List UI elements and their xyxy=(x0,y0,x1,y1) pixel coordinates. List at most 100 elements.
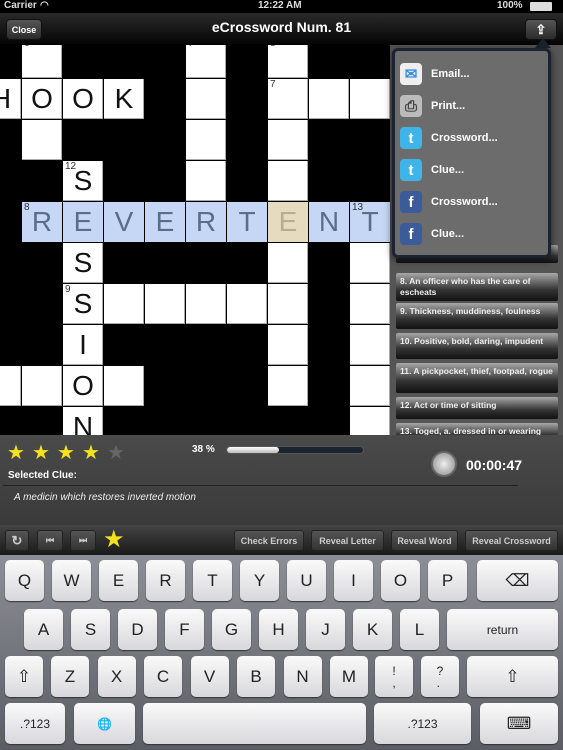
dismiss-keyboard-key[interactable]: ⌨ xyxy=(480,703,558,744)
key-k[interactable]: K xyxy=(353,609,392,650)
grid-cell[interactable] xyxy=(186,79,226,119)
key-g[interactable]: G xyxy=(212,609,251,650)
share-menu-item[interactable]: f Clue... xyxy=(400,219,464,249)
key-u[interactable]: U xyxy=(287,560,326,601)
grid-cell[interactable]: O xyxy=(63,79,103,119)
key-r[interactable]: R xyxy=(146,560,185,601)
grid-cell[interactable] xyxy=(350,366,390,406)
key-j[interactable]: J xyxy=(306,609,345,650)
grid-cell[interactable] xyxy=(350,407,390,435)
grid-cell[interactable] xyxy=(186,284,226,324)
key-m[interactable]: M xyxy=(330,656,368,697)
clue-item[interactable]: 8. An officer who has the care of eschea… xyxy=(396,273,558,301)
key-l[interactable]: L xyxy=(400,609,439,650)
share-menu-item[interactable]: t Clue... xyxy=(400,155,464,185)
key-d[interactable]: D xyxy=(118,609,157,650)
space-key[interactable] xyxy=(143,703,366,744)
clue-item[interactable]: 13. Toged, a. dressed in or wearing xyxy=(396,423,558,435)
key-e[interactable]: E xyxy=(99,560,138,601)
grid-cell[interactable] xyxy=(268,366,308,406)
grid-cell[interactable] xyxy=(186,45,226,78)
key-w[interactable]: W xyxy=(52,560,91,601)
grid-cell[interactable]: N xyxy=(309,202,349,242)
key-q[interactable]: Q xyxy=(5,560,44,601)
share-menu-item[interactable]: ⎙ Print... xyxy=(400,91,465,121)
star-icon[interactable]: ★ xyxy=(82,440,100,465)
key-z[interactable]: Z xyxy=(51,656,89,697)
grid-cell[interactable] xyxy=(350,79,390,119)
clue-item[interactable]: 11. A pickpocket, thief, footpad, rogue xyxy=(396,363,558,393)
clue-item[interactable]: 10. Positive, bold, daring, impudent xyxy=(396,333,558,359)
next-button[interactable]: ⏭ xyxy=(70,530,96,551)
grid-cell[interactable] xyxy=(350,243,390,283)
grid-cell[interactable] xyxy=(22,120,62,160)
backspace-key[interactable]: ⌫ xyxy=(477,560,558,601)
grid-cell[interactable]: N xyxy=(63,407,103,435)
key-y[interactable]: Y xyxy=(240,560,279,601)
key-o[interactable]: O xyxy=(381,560,420,601)
grid-cell[interactable]: E xyxy=(268,202,308,242)
key-n[interactable]: N xyxy=(283,656,322,697)
grid-cell[interactable] xyxy=(350,325,390,365)
star-icon[interactable]: ★ xyxy=(107,440,125,465)
grid-cell[interactable] xyxy=(104,284,144,324)
reveal-crossword-button[interactable]: Reveal Crossword xyxy=(465,530,558,551)
key-v[interactable]: V xyxy=(190,656,229,697)
check-errors-button[interactable]: Check Errors xyxy=(234,530,304,551)
favorite-star-icon[interactable]: ★ xyxy=(103,525,125,554)
grid-cell[interactable] xyxy=(22,45,62,78)
grid-cell[interactable] xyxy=(227,284,267,324)
star-icon[interactable]: ★ xyxy=(7,440,25,465)
globe-key[interactable]: 🌐 xyxy=(74,703,135,744)
key-p[interactable]: P xyxy=(428,560,467,601)
grid-cell[interactable]: H xyxy=(0,79,21,119)
key-f[interactable]: F xyxy=(165,609,204,650)
key-c[interactable]: C xyxy=(144,656,182,697)
reveal-word-button[interactable]: Reveal Word xyxy=(391,530,458,551)
grid-cell[interactable] xyxy=(268,284,308,324)
grid-cell[interactable] xyxy=(0,366,21,406)
reveal-letter-button[interactable]: Reveal Letter xyxy=(311,530,384,551)
star-icon[interactable]: ★ xyxy=(32,440,50,465)
grid-cell[interactable]: I xyxy=(63,325,103,365)
close-button[interactable]: Close xyxy=(6,19,42,40)
grid-cell[interactable]: V xyxy=(104,202,144,242)
return-key[interactable]: return xyxy=(447,609,558,650)
shift-key[interactable]: ⇧ xyxy=(5,656,43,697)
key-h[interactable]: H xyxy=(259,609,298,650)
previous-button[interactable]: ⏮ xyxy=(37,530,63,551)
key-x[interactable]: X xyxy=(97,656,136,697)
grid-cell[interactable]: O xyxy=(22,79,62,119)
grid-cell[interactable] xyxy=(350,284,390,324)
star-icon[interactable]: ★ xyxy=(57,440,75,465)
clue-item[interactable]: 9. Thickness, muddiness, foulness xyxy=(396,303,558,329)
clue-item[interactable]: 12. Act or time of sitting xyxy=(396,397,558,419)
exclamation-key[interactable]: ! , xyxy=(375,656,413,697)
shift-key-right[interactable]: ⇧ xyxy=(467,656,558,697)
grid-cell[interactable] xyxy=(104,366,144,406)
grid-cell[interactable] xyxy=(186,161,226,201)
question-key[interactable]: ? . xyxy=(421,656,459,697)
grid-cell[interactable] xyxy=(22,366,62,406)
numbers-key[interactable]: .?123 xyxy=(5,703,65,744)
grid-cell[interactable] xyxy=(268,120,308,160)
grid-cell[interactable]: R xyxy=(186,202,226,242)
refresh-button[interactable]: ↻ xyxy=(5,530,29,551)
key-a[interactable]: A xyxy=(24,609,63,650)
key-i[interactable]: I xyxy=(334,560,373,601)
grid-cell[interactable] xyxy=(309,79,349,119)
grid-cell[interactable] xyxy=(145,284,185,324)
crossword-grid[interactable]: HOOKSREVERTENTSSION6787128139 xyxy=(0,45,390,435)
grid-cell[interactable]: K xyxy=(104,79,144,119)
key-t[interactable]: T xyxy=(193,560,232,601)
grid-cell[interactable] xyxy=(268,325,308,365)
grid-cell[interactable]: E xyxy=(63,202,103,242)
share-button[interactable]: ⇪ xyxy=(525,19,557,40)
grid-cell[interactable] xyxy=(268,45,308,78)
grid-cell[interactable]: T xyxy=(227,202,267,242)
key-b[interactable]: B xyxy=(237,656,275,697)
grid-cell[interactable] xyxy=(268,161,308,201)
grid-cell[interactable] xyxy=(186,120,226,160)
share-menu-item[interactable]: t Crossword... xyxy=(400,123,498,153)
numbers-key-right[interactable]: .?123 xyxy=(374,703,471,744)
